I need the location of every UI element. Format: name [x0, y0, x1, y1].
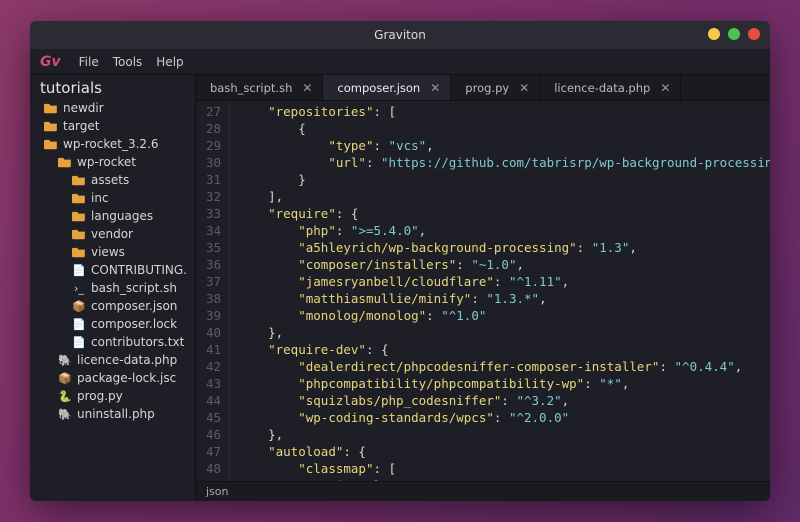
tab[interactable]: composer.json ✕	[323, 75, 451, 100]
sidebar: tutorials newdir target wp-rocket_3.2.6 wp-…	[30, 75, 196, 501]
tree-item-label: bash_script.sh	[91, 281, 177, 295]
tab-close-icon[interactable]: ✕	[430, 81, 440, 95]
tree-item-label: vendor	[91, 227, 133, 241]
tree-item-label: CONTRIBUTING.	[91, 263, 187, 277]
window-title: Graviton	[374, 28, 426, 42]
tree-item-label: assets	[91, 173, 129, 187]
status-language: json	[206, 485, 229, 498]
tree-folder[interactable]: wp-rocket	[30, 153, 195, 171]
tree-folder[interactable]: assets	[30, 171, 195, 189]
body: tutorials newdir target wp-rocket_3.2.6 wp-…	[30, 75, 770, 501]
tree-folder[interactable]: wp-rocket_3.2.6	[30, 135, 195, 153]
file-icon: 📄	[72, 263, 86, 277]
tabs: bash_script.sh✕composer.json✕prog.py✕lic…	[196, 75, 770, 101]
tree-folder[interactable]: inc	[30, 189, 195, 207]
folder-icon	[58, 155, 72, 169]
titlebar: Graviton	[30, 21, 770, 49]
statusbar: json	[196, 481, 770, 501]
tree-item-label: licence-data.php	[77, 353, 177, 367]
code-content[interactable]: "repositories": [ { "type": "vcs", "url"…	[230, 101, 770, 481]
file-icon: 🐘	[58, 407, 72, 421]
tree-item-label: inc	[91, 191, 109, 205]
tree-item-label: contributors.txt	[91, 335, 184, 349]
editor[interactable]: 27 28 29 30 31 32 33 34 35 36 37 38 39 4…	[196, 101, 770, 481]
app-window: Graviton Gv File Tools Help tutorials ne…	[30, 21, 770, 501]
close-button[interactable]	[748, 28, 760, 40]
tab-close-icon[interactable]: ✕	[302, 81, 312, 95]
tab-close-icon[interactable]: ✕	[519, 81, 529, 95]
tab-label: licence-data.php	[554, 81, 650, 95]
tree-file[interactable]: 🐘 licence-data.php	[30, 351, 195, 369]
menu-tools[interactable]: Tools	[113, 55, 143, 69]
folder-icon	[72, 245, 86, 259]
tab-label: bash_script.sh	[210, 81, 292, 95]
tree-folder[interactable]: vendor	[30, 225, 195, 243]
tab-label: composer.json	[337, 81, 420, 95]
tree-file[interactable]: 🐍 prog.py	[30, 387, 195, 405]
folder-icon	[44, 137, 58, 151]
tree-file[interactable]: 📄 contributors.txt	[30, 333, 195, 351]
file-icon: 📦	[58, 371, 72, 385]
tree-item-label: wp-rocket_3.2.6	[63, 137, 159, 151]
folder-icon	[72, 191, 86, 205]
tree-item-label: uninstall.php	[77, 407, 155, 421]
tree-file[interactable]: ›_ bash_script.sh	[30, 279, 195, 297]
tree-item-label: languages	[91, 209, 153, 223]
file-tree[interactable]: newdir target wp-rocket_3.2.6 wp-rocket asse…	[30, 99, 195, 501]
tree-item-label: prog.py	[77, 389, 123, 403]
tree-file[interactable]: 📄 CONTRIBUTING.	[30, 261, 195, 279]
menu-file[interactable]: File	[79, 55, 99, 69]
editor-area: bash_script.sh✕composer.json✕prog.py✕lic…	[196, 75, 770, 501]
minimize-button[interactable]	[708, 28, 720, 40]
tree-folder[interactable]: target	[30, 117, 195, 135]
tree-item-label: composer.json	[91, 299, 177, 313]
tree-item-label: wp-rocket	[77, 155, 136, 169]
tab-label: prog.py	[465, 81, 509, 95]
app-logo: Gv	[40, 54, 61, 70]
menu-help[interactable]: Help	[156, 55, 183, 69]
folder-icon	[72, 227, 86, 241]
folder-icon	[72, 173, 86, 187]
maximize-button[interactable]	[728, 28, 740, 40]
file-icon: 📄	[72, 317, 86, 331]
sidebar-title: tutorials	[30, 75, 195, 99]
tree-item-label: composer.lock	[91, 317, 177, 331]
tree-item-label: package-lock.jsc	[77, 371, 176, 385]
tree-item-label: views	[91, 245, 125, 259]
tab[interactable]: bash_script.sh ✕	[196, 75, 323, 100]
file-icon: 🐍	[58, 389, 72, 403]
tab-close-icon[interactable]: ✕	[660, 81, 670, 95]
tree-folder[interactable]: newdir	[30, 99, 195, 117]
tree-item-label: target	[63, 119, 100, 133]
menubar: Gv File Tools Help	[30, 49, 770, 75]
file-icon: 📦	[72, 299, 86, 313]
folder-icon	[72, 209, 86, 223]
line-gutter: 27 28 29 30 31 32 33 34 35 36 37 38 39 4…	[196, 101, 230, 481]
tree-folder[interactable]: languages	[30, 207, 195, 225]
tab[interactable]: licence-data.php ✕	[540, 75, 681, 100]
folder-icon	[44, 101, 58, 115]
file-icon: ›_	[72, 281, 86, 295]
tree-file[interactable]: 📦 composer.json	[30, 297, 195, 315]
tab[interactable]: prog.py ✕	[451, 75, 540, 100]
tree-file[interactable]: 🐘 uninstall.php	[30, 405, 195, 423]
tree-item-label: newdir	[63, 101, 104, 115]
tree-folder[interactable]: views	[30, 243, 195, 261]
tree-file[interactable]: 📦 package-lock.jsc	[30, 369, 195, 387]
tree-file[interactable]: 📄 composer.lock	[30, 315, 195, 333]
window-controls	[708, 28, 760, 40]
file-icon: 🐘	[58, 353, 72, 367]
folder-icon	[44, 119, 58, 133]
file-icon: 📄	[72, 335, 86, 349]
